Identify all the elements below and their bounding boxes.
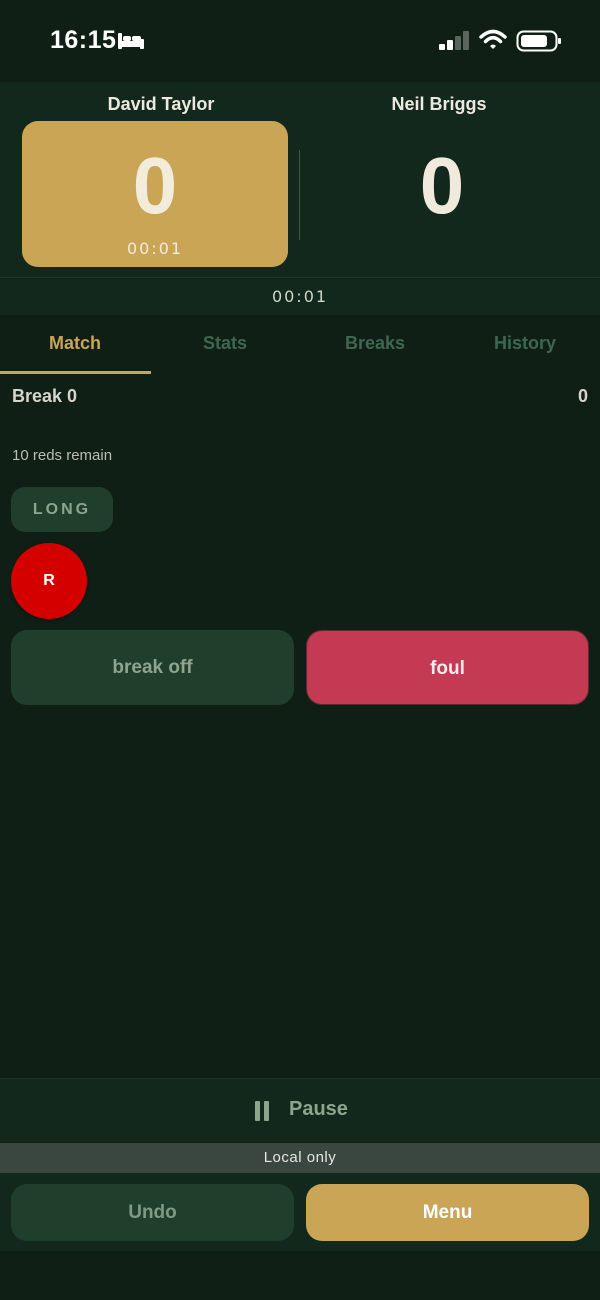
undo-button[interactable]: Undo (11, 1184, 294, 1241)
sync-status-banner: Local only (0, 1143, 600, 1173)
player-1-name: David Taylor (107, 94, 215, 114)
status-bar: 16:15 (0, 0, 600, 82)
tab-match[interactable]: Match (0, 316, 150, 374)
menu-button[interactable]: Menu (306, 1184, 589, 1241)
break-off-button[interactable]: break off (11, 630, 294, 705)
home-indicator-area (0, 1251, 600, 1300)
score-divider (299, 150, 300, 240)
active-tab-indicator (0, 371, 151, 374)
bed-icon (118, 33, 144, 49)
signal-icon (439, 31, 469, 50)
pause-label: Pause (289, 1098, 348, 1120)
pause-icon (255, 1101, 269, 1121)
battery-icon (516, 30, 561, 52)
player-1-score-card[interactable]: 0 00:01 (22, 121, 288, 267)
pause-button[interactable]: Pause (0, 1078, 600, 1142)
red-ball-button[interactable]: R (11, 543, 87, 619)
player-1-score: 0 (132, 141, 178, 230)
reds-remaining: 10 reds remain (12, 447, 113, 464)
tab-history[interactable]: History (450, 316, 600, 374)
break-label: Break 0 (12, 386, 78, 406)
foul-button[interactable]: foul (306, 630, 589, 705)
player-1-timer: 00:01 (126, 239, 184, 258)
scoreboard: David Taylor Neil Briggs 0 00:01 0 (0, 82, 600, 278)
match-timer: 00:01 (0, 279, 600, 315)
long-shot-button[interactable]: LONG (11, 487, 113, 532)
break-score: 0 (577, 386, 588, 406)
tab-stats[interactable]: Stats (150, 316, 300, 374)
wifi-icon (479, 29, 507, 49)
player-2-score[interactable]: 0 (302, 141, 582, 231)
status-time: 16:15 (50, 26, 117, 54)
tab-bar: Match Stats Breaks History (0, 316, 600, 374)
player-2-name: Neil Briggs (391, 94, 487, 114)
tab-breaks[interactable]: Breaks (300, 316, 450, 374)
